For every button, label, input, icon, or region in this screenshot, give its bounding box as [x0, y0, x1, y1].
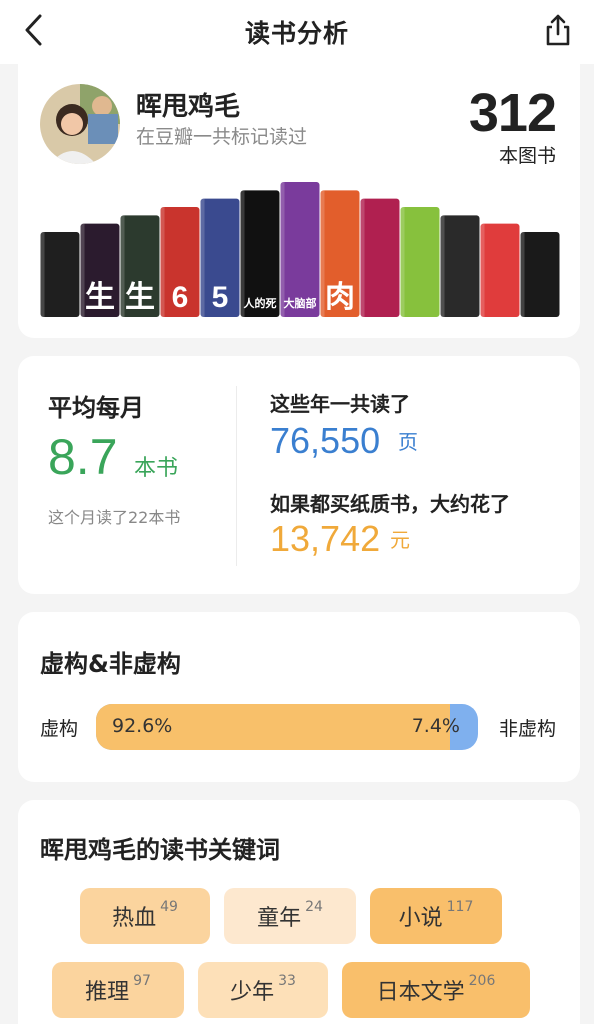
fiction-percent: 92.6%: [112, 715, 173, 737]
book-cover[interactable]: 人的死: [240, 190, 280, 317]
keywords-title: 晖甩鸡毛的读书关键词: [40, 836, 280, 864]
book-cover[interactable]: [360, 198, 400, 317]
avatar[interactable]: [40, 84, 120, 164]
keyword-label: 小说: [398, 906, 443, 931]
book-cover-text: 人的死: [244, 296, 277, 310]
share-button[interactable]: [538, 10, 578, 50]
book-cover[interactable]: 5: [200, 198, 240, 317]
profile-card: 晖甩鸡毛 在豆瓣一共标记读过 312 本图书 生生 6 5 人的死 大脑部肉: [18, 64, 580, 338]
book-cover-text: 大脑部: [284, 296, 317, 310]
book-cover[interactable]: 大脑部: [280, 182, 320, 317]
book-cover-strip[interactable]: 生生 6 5 人的死 大脑部肉: [40, 182, 560, 317]
stats-card: 平均每月 8.7 本书 这个月读了22本书 这些年一共读了 76,550 页 如…: [18, 356, 580, 594]
keyword-tag[interactable]: 小说 117: [370, 888, 502, 944]
cost-label: 如果都买纸质书，大约花了: [270, 492, 510, 516]
book-count-unit: 本图书: [498, 145, 556, 167]
book-cover[interactable]: 肉: [320, 190, 360, 317]
keyword-label: 日本文学: [376, 980, 465, 1005]
book-cover-text: 生: [125, 281, 155, 314]
share-icon: [546, 14, 570, 46]
keyword-tag[interactable]: 少年 33: [198, 962, 328, 1018]
book-cover[interactable]: 6: [160, 207, 200, 317]
book-cover[interactable]: 生: [80, 223, 120, 317]
keyword-tag[interactable]: 推理 97: [52, 962, 184, 1018]
book-cover[interactable]: [480, 223, 520, 317]
book-cover-text: 生: [85, 281, 115, 314]
keyword-count: 24: [305, 899, 323, 915]
fiction-label: 虚构: [40, 718, 79, 740]
book-cover[interactable]: [400, 207, 440, 317]
fiction-title: 虚构&非虚构: [40, 650, 181, 678]
keyword-label: 热血: [112, 906, 157, 931]
keyword-tag[interactable]: 童年 24: [224, 888, 356, 944]
keyword-tag[interactable]: 热血 49: [80, 888, 210, 944]
username: 晖甩鸡毛: [136, 92, 241, 122]
cost-unit: 元: [390, 528, 410, 552]
keyword-count: 33: [278, 973, 296, 989]
monthly-average-value: 8.7: [48, 429, 118, 485]
keyword-label: 推理: [85, 980, 130, 1005]
fiction-ratio-bar: 92.6% 7.4%: [96, 704, 478, 750]
keyword-count: 117: [446, 899, 474, 915]
book-cover[interactable]: [40, 232, 80, 317]
stats-divider: [236, 386, 237, 566]
profile-subtitle: 在豆瓣一共标记读过: [136, 126, 308, 148]
book-cover-text: 6: [172, 281, 189, 314]
keywords-card: 晖甩鸡毛的读书关键词 热血 49 童年 24 小说 117 推理 97 少年 33 日本文…: [18, 800, 580, 1024]
book-cover-text: 肉: [325, 281, 355, 314]
page-title: 读书分析: [244, 19, 349, 48]
nonfiction-label: 非虚构: [498, 718, 556, 740]
book-cover-text: 5: [212, 281, 229, 314]
keyword-tag[interactable]: 日本文学 206: [342, 962, 530, 1018]
avatar-image: [40, 84, 120, 164]
keyword-label: 童年: [257, 906, 302, 931]
book-cover[interactable]: [520, 232, 560, 317]
keyword-label: 少年: [230, 980, 275, 1005]
monthly-average-label: 平均每月: [48, 394, 144, 422]
book-count: 312: [468, 83, 557, 143]
this-month-note: 这个月读了22本书: [48, 508, 181, 527]
nonfiction-percent: 7.4%: [411, 715, 460, 737]
book-cover[interactable]: [440, 215, 480, 317]
keyword-count: 49: [160, 899, 178, 915]
keyword-count: 97: [133, 973, 151, 989]
book-cover[interactable]: 生: [120, 215, 160, 317]
total-pages-unit: 页: [398, 430, 418, 454]
total-pages-value: 76,550: [270, 420, 381, 461]
total-pages-label: 这些年一共读了: [270, 392, 410, 416]
monthly-average-unit: 本书: [134, 456, 179, 481]
cost-value: 13,742: [270, 518, 381, 559]
keyword-count: 206: [468, 973, 496, 989]
top-bar: 读书分析: [0, 0, 594, 64]
fiction-card: 虚构&非虚构 虚构 92.6% 7.4% 非虚构: [18, 612, 580, 782]
